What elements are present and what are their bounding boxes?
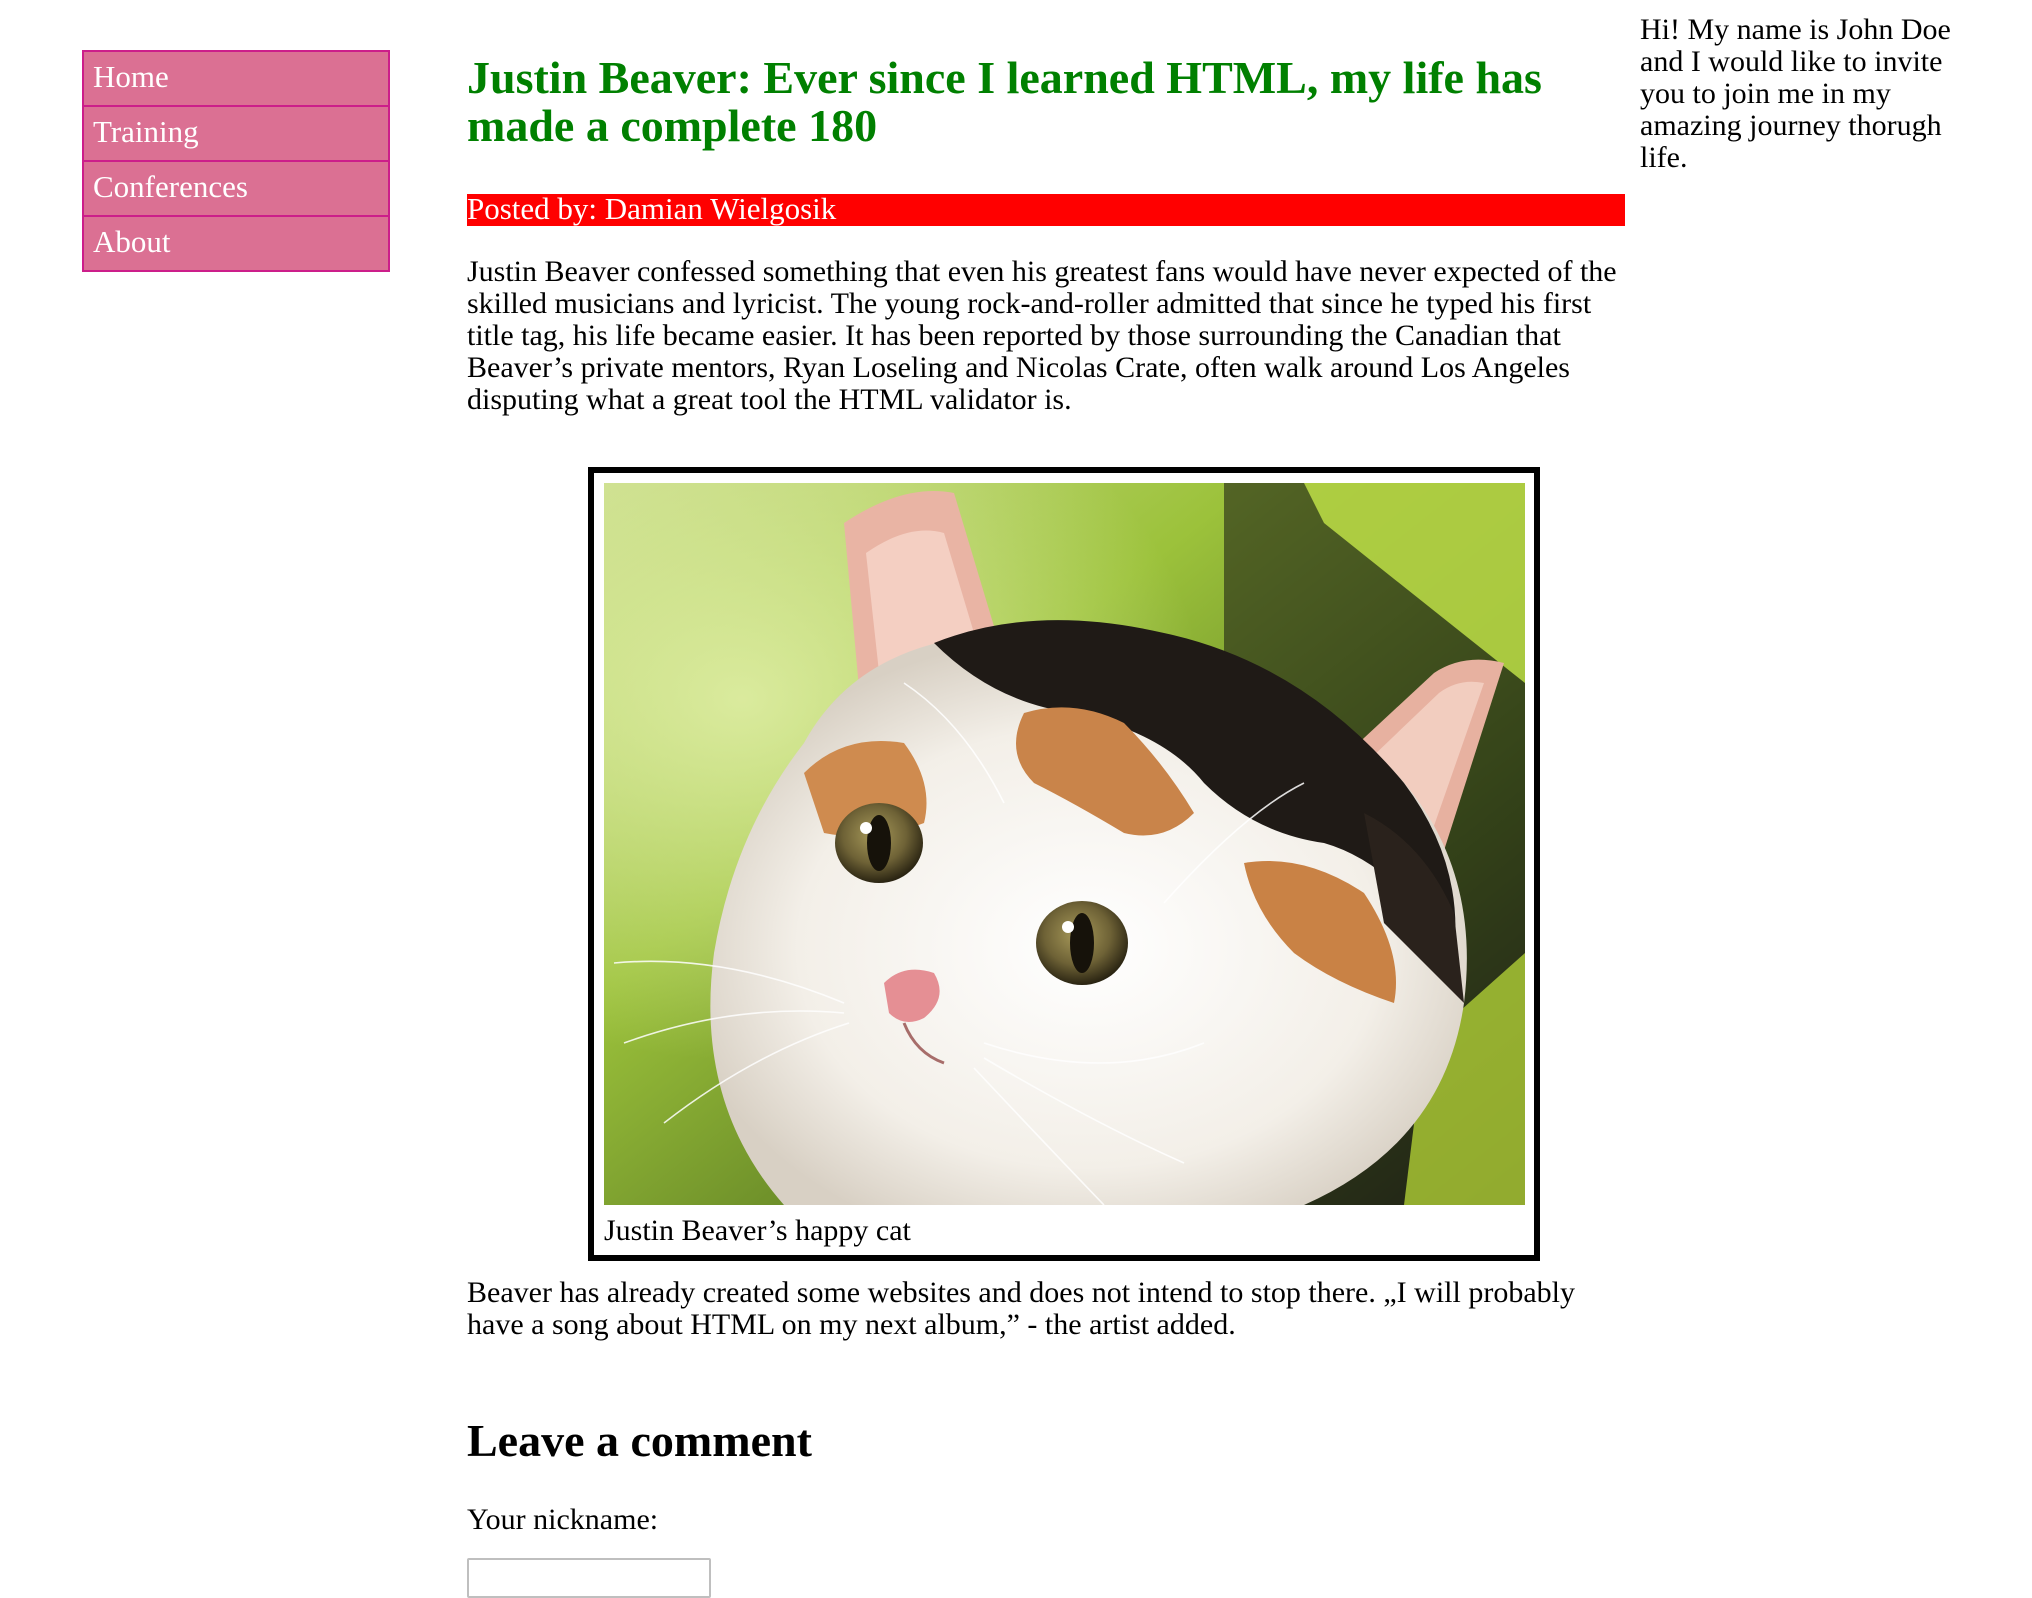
cat-figure: Justin Beaver’s happy cat <box>588 467 1540 1261</box>
nickname-label: Your nickname: <box>467 1503 659 1536</box>
cat-photo <box>604 483 1525 1205</box>
nav-item-about[interactable]: About <box>84 217 388 270</box>
sidebar-intro: Hi! My name is John Doe and I would like… <box>1640 13 1951 174</box>
nav-item-conferences[interactable]: Conferences <box>84 162 388 217</box>
article-paragraph-2: Beaver has already created some websites… <box>467 1276 1575 1341</box>
posted-by-bar: Posted by: Damian Wielgosik <box>467 193 1625 226</box>
article-title: Justin Beaver: Ever since I learned HTML… <box>467 52 1542 151</box>
nickname-input[interactable] <box>467 1558 711 1598</box>
article-paragraph-1: Justin Beaver confessed something that e… <box>467 255 1617 416</box>
nav-item-training[interactable]: Training <box>84 107 388 162</box>
figure-caption: Justin Beaver’s happy cat <box>604 1214 911 1247</box>
nav-item-home[interactable]: Home <box>84 52 388 107</box>
comment-heading: Leave a comment <box>467 1415 812 1466</box>
main-nav: Home Training Conferences About <box>82 50 390 272</box>
